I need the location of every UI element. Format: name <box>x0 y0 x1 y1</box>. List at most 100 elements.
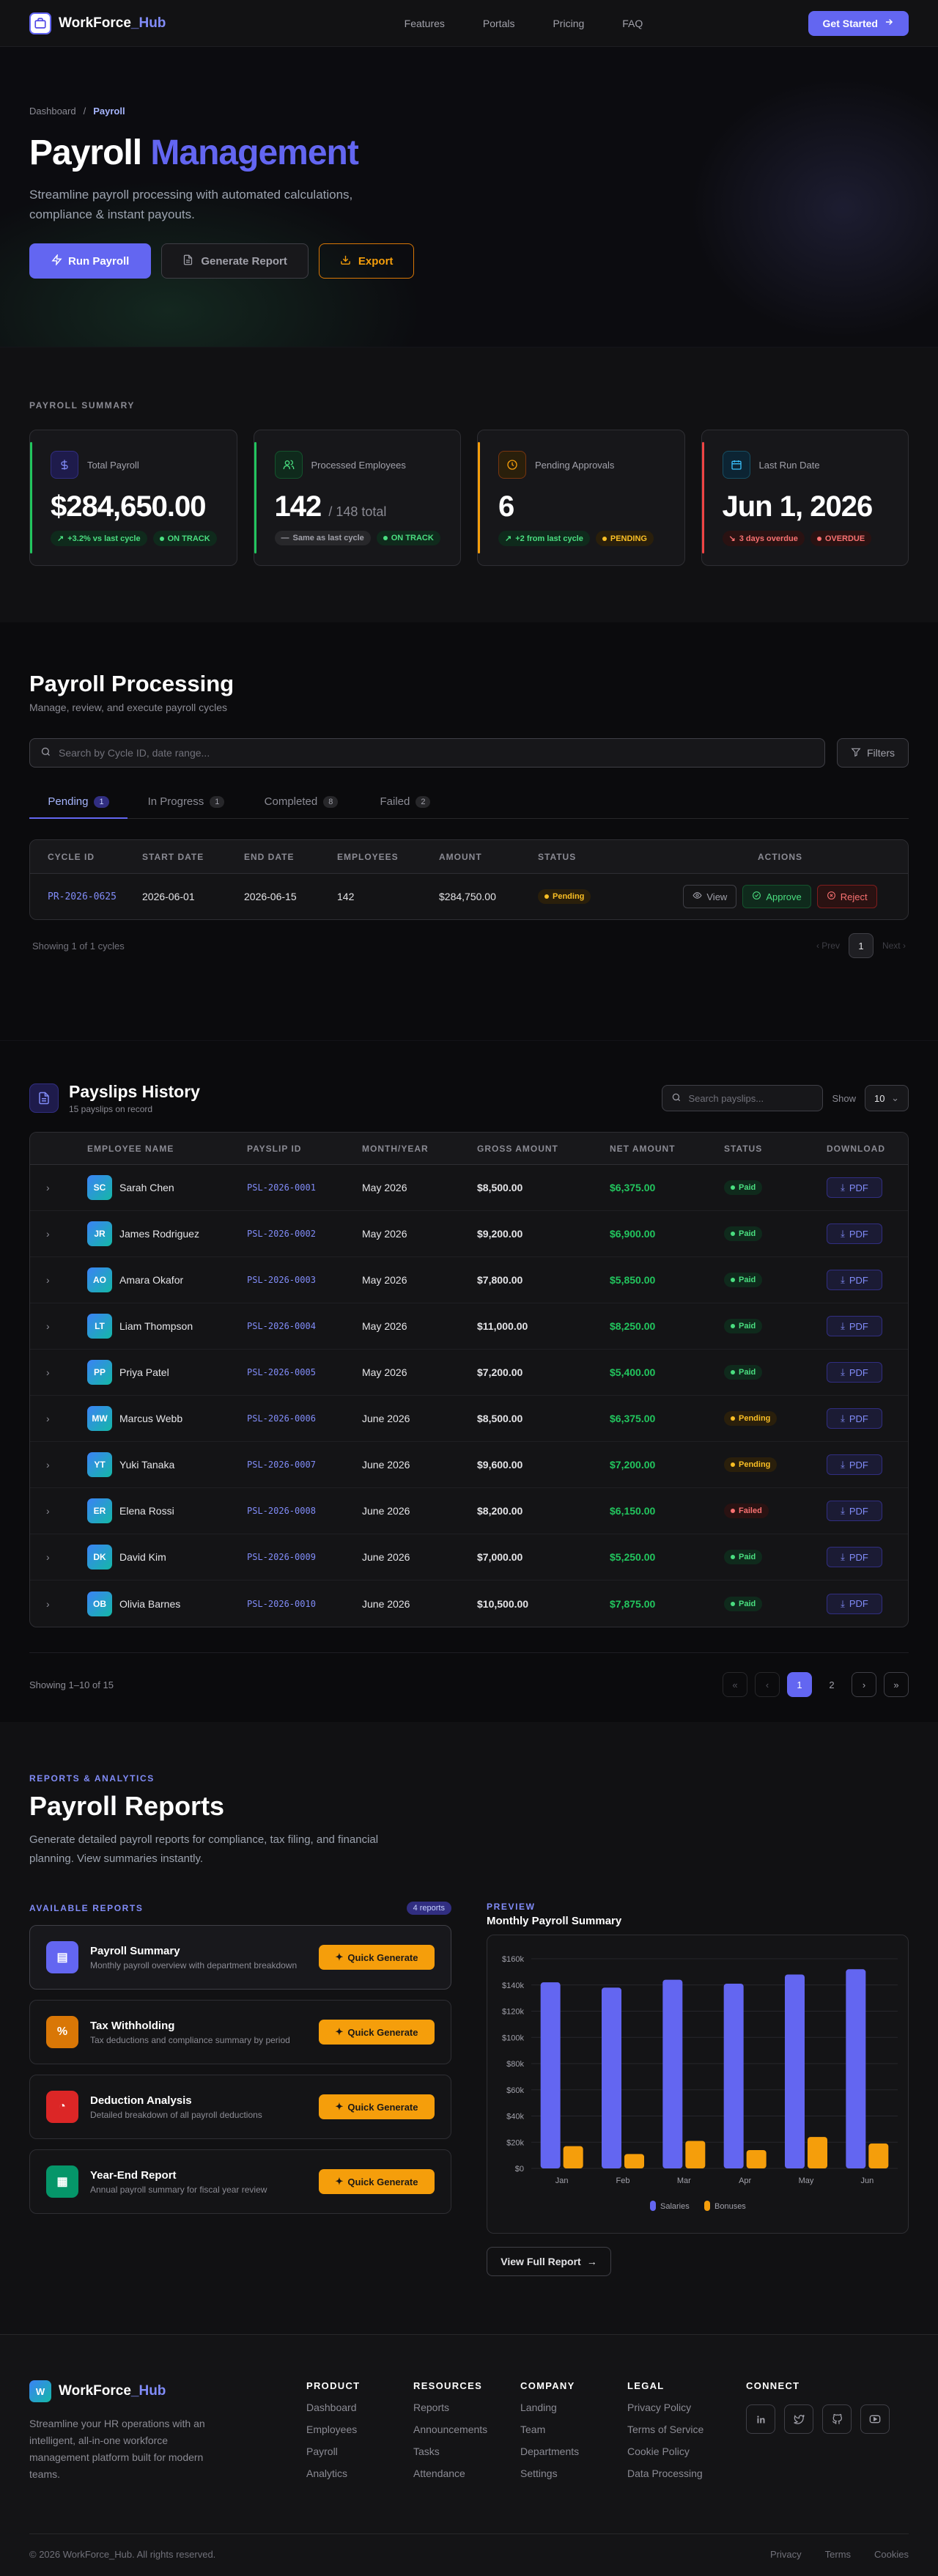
tab-in-progress[interactable]: In Progress 1 <box>128 785 245 818</box>
payslip-id[interactable]: PSL-2026-0009 <box>247 1552 362 1562</box>
report-deduction-analysis[interactable]: ◔ Deduction Analysis Detailed breakdown of… <box>29 2075 451 2139</box>
chevron-right-icon[interactable]: › <box>30 1228 87 1240</box>
reject-button[interactable]: Reject <box>816 885 877 908</box>
first-page-button[interactable]: « <box>723 1672 747 1697</box>
footer-link[interactable]: Payroll <box>306 2446 413 2457</box>
col-start-date[interactable]: START DATE <box>142 852 244 862</box>
filters-button[interactable]: Filters <box>837 738 909 768</box>
report-tax-withholding[interactable]: % Tax Withholding Tax deductions and compl… <box>29 2000 451 2064</box>
table-row[interactable]: › SC Sarah Chen PSL-2026-0001 May 2026 $8,500… <box>30 1165 908 1211</box>
tab-completed[interactable]: Completed 8 <box>245 785 358 818</box>
footer-link[interactable]: Attendance <box>413 2468 520 2479</box>
quick-generate-button[interactable]: ✦ Quick Generate <box>319 2020 435 2045</box>
footer-bottom-link-privacy[interactable]: Privacy <box>770 2549 802 2560</box>
payslip-id[interactable]: PSL-2026-0005 <box>247 1367 362 1377</box>
prev-page-button[interactable]: ‹ Prev <box>816 941 840 951</box>
footer-link[interactable]: Settings <box>520 2468 627 2479</box>
col-status[interactable]: STATUS <box>538 852 652 862</box>
download-pdf-button[interactable]: ⤓ PDF <box>827 1593 882 1614</box>
download-pdf-button[interactable]: ⤓ PDF <box>827 1547 882 1567</box>
breadcrumb-dashboard[interactable]: Dashboard <box>29 106 76 117</box>
payslip-id[interactable]: PSL-2026-0002 <box>247 1229 362 1239</box>
footer-link[interactable]: Privacy Policy <box>627 2402 746 2413</box>
export-button[interactable]: Export <box>318 243 415 279</box>
col-status[interactable]: STATUS <box>724 1144 827 1154</box>
payslip-id[interactable]: PSL-2026-0007 <box>247 1460 362 1470</box>
footer-bottom-link-terms[interactable]: Terms <box>825 2549 851 2560</box>
nav-link-features[interactable]: Features <box>405 18 445 29</box>
col-end-date[interactable]: END DATE <box>244 852 337 862</box>
prev-page-button[interactable]: ‹ <box>755 1672 780 1697</box>
twitter-icon[interactable] <box>784 2404 813 2434</box>
col-employee-name[interactable]: EMPLOYEE NAME <box>87 1144 247 1154</box>
footer-link[interactable]: Reports <box>413 2402 520 2413</box>
col-month-year[interactable]: MONTH/YEAR <box>362 1144 477 1154</box>
page-1-button[interactable]: 1 <box>787 1672 812 1697</box>
col-employees[interactable]: EMPLOYEES <box>337 852 439 862</box>
quick-generate-button[interactable]: ✦ Quick Generate <box>319 1945 435 1970</box>
github-icon[interactable] <box>822 2404 852 2434</box>
payslip-id[interactable]: PSL-2026-0008 <box>247 1506 362 1516</box>
table-row[interactable]: › YT Yuki Tanaka PSL-2026-0007 June 2026 $9,6… <box>30 1442 908 1488</box>
table-row[interactable]: › PP Priya Patel PSL-2026-0005 May 2026 $7,20… <box>30 1350 908 1396</box>
footer-link[interactable]: Analytics <box>306 2468 413 2479</box>
download-pdf-button[interactable]: ⤓ PDF <box>827 1501 882 1521</box>
chevron-right-icon[interactable]: › <box>30 1459 87 1471</box>
footer-link[interactable]: Tasks <box>413 2446 520 2457</box>
page-2-button[interactable]: 2 <box>819 1672 844 1697</box>
chevron-right-icon[interactable]: › <box>30 1505 87 1517</box>
tab-pending[interactable]: Pending 1 <box>29 785 128 819</box>
cycle-id[interactable]: PR-2026-0625 <box>30 891 142 902</box>
download-pdf-button[interactable]: ⤓ PDF <box>827 1454 882 1475</box>
col-amount[interactable]: AMOUNT <box>439 852 538 862</box>
payslip-id[interactable]: PSL-2026-0004 <box>247 1321 362 1331</box>
view-button[interactable]: View <box>683 885 737 908</box>
footer-link[interactable]: Dashboard <box>306 2402 413 2413</box>
download-pdf-button[interactable]: ⤓ PDF <box>827 1177 882 1198</box>
chevron-right-icon[interactable]: › <box>30 1320 87 1332</box>
download-pdf-button[interactable]: ⤓ PDF <box>827 1270 882 1290</box>
nav-link-pricing[interactable]: Pricing <box>553 18 584 29</box>
payslip-search-input[interactable]: Search payslips... <box>662 1085 824 1111</box>
col-net-amount[interactable]: NET AMOUNT <box>610 1144 724 1154</box>
col-cycle-id[interactable]: CYCLE ID <box>30 852 142 862</box>
chevron-right-icon[interactable]: › <box>30 1598 87 1610</box>
footer-brand[interactable]: W WorkForce_Hub <box>29 2380 306 2402</box>
run-payroll-button[interactable]: Run Payroll <box>29 243 152 279</box>
next-page-button[interactable]: Next › <box>882 941 906 951</box>
col-gross-amount[interactable]: GROSS AMOUNT <box>477 1144 610 1154</box>
get-started-button[interactable]: Get Started <box>808 10 909 36</box>
youtube-icon[interactable] <box>860 2404 890 2434</box>
footer-link[interactable]: Announcements <box>413 2424 520 2435</box>
table-row[interactable]: › AO Amara Okafor PSL-2026-0003 May 2026 $7,8… <box>30 1257 908 1303</box>
table-row[interactable]: PR-2026-0625 2026-06-01 2026-06-15 142 $… <box>30 874 908 919</box>
report-payroll-summary[interactable]: ▤ Payroll Summary Monthly payroll overview… <box>29 1925 451 1990</box>
cycle-search-input[interactable]: Search by Cycle ID, date range... <box>29 738 825 768</box>
chevron-right-icon[interactable]: › <box>30 1551 87 1563</box>
chevron-right-icon[interactable]: › <box>30 1366 87 1378</box>
nav-link-faq[interactable]: FAQ <box>622 18 643 29</box>
table-row[interactable]: › OB Olivia Barnes PSL-2026-0010 June 2026 $1… <box>30 1580 908 1627</box>
table-row[interactable]: › MW Marcus Webb PSL-2026-0006 June 2026 $8,5… <box>30 1396 908 1442</box>
download-pdf-button[interactable]: ⤓ PDF <box>827 1316 882 1336</box>
view-full-report-button[interactable]: View Full Report → <box>487 2247 611 2276</box>
page-1-button[interactable]: 1 <box>848 933 874 958</box>
nav-link-portals[interactable]: Portals <box>483 18 515 29</box>
chevron-right-icon[interactable]: › <box>30 1182 87 1193</box>
download-pdf-button[interactable]: ⤓ PDF <box>827 1223 882 1244</box>
brand-logo[interactable]: WorkForce_Hub <box>29 12 166 34</box>
col-payslip-id[interactable]: PAYSLIP ID <box>247 1144 362 1154</box>
payslip-id[interactable]: PSL-2026-0001 <box>247 1182 362 1193</box>
page-size-select[interactable]: 10 ⌄ <box>865 1085 909 1111</box>
payslip-id[interactable]: PSL-2026-0010 <box>247 1599 362 1609</box>
approve-button[interactable]: Approve <box>742 885 811 908</box>
linkedin-icon[interactable] <box>746 2404 775 2434</box>
table-row[interactable]: › DK David Kim PSL-2026-0009 June 2026 $7,000… <box>30 1534 908 1580</box>
payslip-id[interactable]: PSL-2026-0003 <box>247 1275 362 1285</box>
footer-link[interactable]: Cookie Policy <box>627 2446 746 2457</box>
footer-link[interactable]: Employees <box>306 2424 413 2435</box>
payslip-id[interactable]: PSL-2026-0006 <box>247 1413 362 1424</box>
download-pdf-button[interactable]: ⤓ PDF <box>827 1362 882 1383</box>
footer-bottom-link-cookies[interactable]: Cookies <box>874 2549 909 2560</box>
generate-report-button[interactable]: Generate Report <box>161 243 309 279</box>
